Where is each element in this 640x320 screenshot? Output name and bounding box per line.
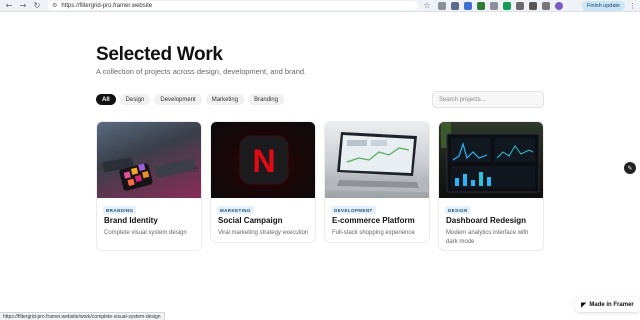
category-tag: MARKETING — [217, 206, 254, 214]
browser-toolbar: ← → ↻ ⚙ https://filtergrid-pro.framer.we… — [0, 0, 640, 12]
address-bar[interactable]: ⚙ https://filtergrid-pro.framer.website — [48, 1, 418, 10]
framer-badge-label: Made in Framer — [589, 301, 634, 308]
filter-bar: All Design Development Marketing Brandin… — [96, 94, 285, 105]
filter-branding[interactable]: Branding — [248, 94, 285, 105]
project-card-ecommerce-platform[interactable]: DEVELOPMENT E-commerce Platform Full-sta… — [324, 121, 430, 243]
made-in-framer-badge[interactable]: ◤ Made in Framer — [575, 297, 640, 312]
project-title: Dashboard Redesign — [446, 216, 527, 225]
url-text: https://filtergrid-pro.framer.website — [61, 2, 153, 9]
ext-icon[interactable] — [516, 1, 524, 10]
filter-marketing[interactable]: Marketing — [205, 94, 245, 105]
leaf-ext-icon[interactable] — [477, 1, 485, 10]
project-thumbnail — [325, 122, 429, 198]
category-tag: BRANDING — [103, 206, 137, 214]
project-thumbnail: N — [211, 122, 315, 198]
pencil-icon[interactable]: ✎ — [624, 162, 636, 174]
project-card-dashboard-redesign[interactable]: DESIGN Dashboard Redesign Modern analyti… — [438, 121, 544, 251]
framer-logo-icon: ◤ — [581, 300, 587, 309]
project-grid: BRANDING Brand Identity Complete visual … — [96, 121, 544, 251]
project-card-brand-identity[interactable]: BRANDING Brand Identity Complete visual … — [96, 121, 202, 251]
project-card-social-campaign[interactable]: N MARKETING Social Campaign Viral market… — [210, 121, 316, 243]
more-menu-icon[interactable]: ⋮ — [629, 2, 636, 10]
category-tag: DESIGN — [445, 206, 471, 214]
filter-all[interactable]: All — [96, 94, 116, 105]
project-description: Viral marketing strategy execution — [218, 230, 309, 236]
project-title: Brand Identity — [104, 216, 158, 225]
project-description: Complete visual system design — [104, 230, 187, 236]
project-description: Full-stack shopping experience — [332, 230, 415, 236]
green-ext-icon[interactable] — [503, 1, 511, 10]
tune-icon[interactable]: ⚙ — [52, 2, 57, 9]
finish-update-button[interactable]: Finish update — [581, 0, 625, 11]
download-icon[interactable] — [542, 1, 550, 10]
project-thumbnail — [439, 122, 543, 198]
filter-development[interactable]: Development — [154, 94, 202, 105]
avatar[interactable] — [555, 1, 563, 10]
reload-icon[interactable]: ↻ — [32, 1, 42, 11]
camera-icon[interactable] — [438, 1, 446, 10]
extensions-row — [438, 1, 563, 10]
project-title: E-commerce Platform — [332, 216, 415, 225]
puzzle-icon[interactable] — [529, 1, 537, 10]
filter-design[interactable]: Design — [119, 94, 151, 105]
bookmark-ext-icon[interactable] — [451, 1, 459, 10]
search-ext-icon[interactable] — [464, 1, 472, 10]
project-description: Modern analytics interface with dark mod… — [446, 230, 529, 245]
back-arrow-icon[interactable]: ← — [4, 1, 14, 11]
star-icon[interactable]: ☆ — [422, 1, 432, 11]
shield-ext-icon[interactable] — [490, 1, 498, 10]
project-title: Social Campaign — [218, 216, 283, 225]
netflix-logo: N — [252, 143, 275, 179]
pointer-cursor-icon: ☝ — [193, 165, 199, 175]
forward-arrow-icon[interactable]: → — [18, 1, 28, 11]
category-tag: DEVELOPMENT — [331, 206, 376, 214]
status-bar-url: https://filtergrid-pro.framer.website/wo… — [0, 312, 165, 320]
project-thumbnail — [97, 122, 201, 198]
page-title: Selected Work — [96, 44, 223, 65]
page-subtitle: A collection of projects across design, … — [96, 67, 307, 76]
search-input[interactable]: Search projects... — [432, 91, 544, 108]
